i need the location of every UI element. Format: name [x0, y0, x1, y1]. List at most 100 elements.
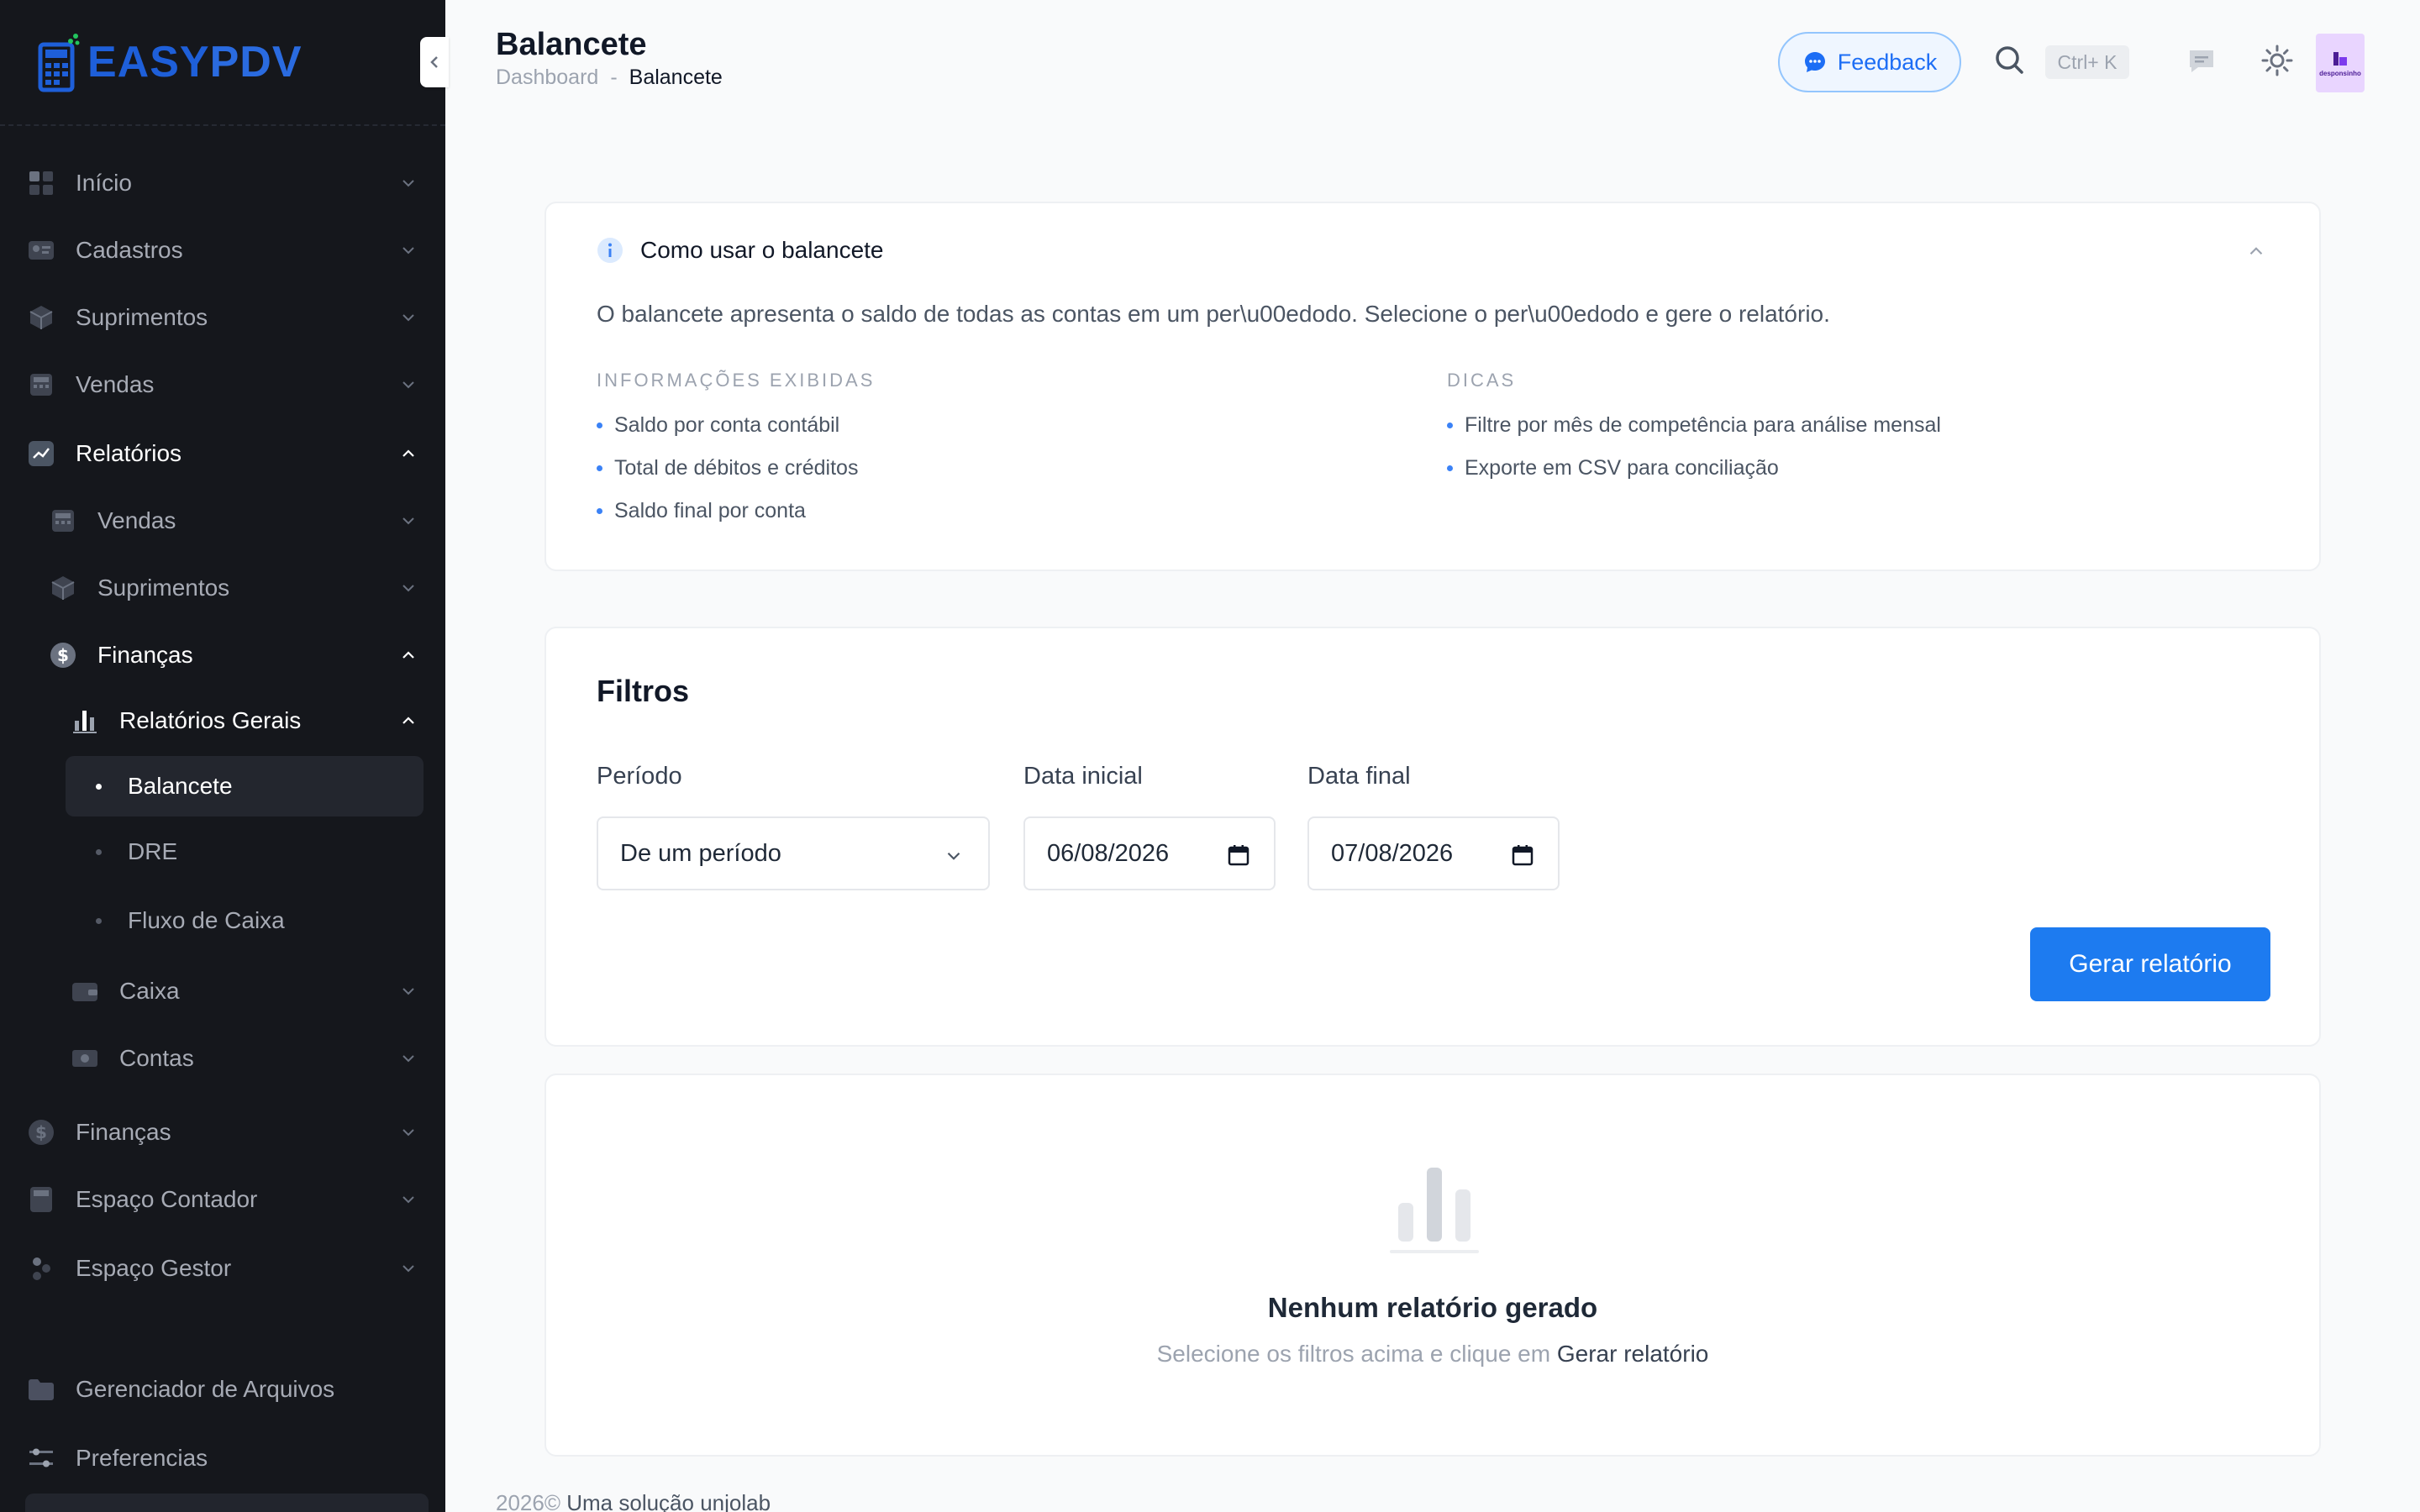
sidebar-item-label: Início [76, 170, 132, 196]
chevron-up-icon [402, 717, 414, 724]
register-icon [27, 370, 55, 399]
svg-text:$: $ [57, 645, 69, 665]
sidebar-item-dre[interactable]: DRE [66, 825, 424, 879]
avatar-text: desponsinho [2319, 69, 2361, 77]
sidebar-item-fluxo-de-caixa[interactable]: Fluxo de Caixa [66, 894, 424, 948]
sidebar-item-preferencias[interactable]: Preferencias [27, 1431, 430, 1485]
logo-text-b: PDV [209, 38, 302, 87]
chevron-down-icon [402, 381, 414, 389]
list-item: Total de débitos e créditos [597, 456, 875, 480]
sidebar-item-label: Espaço Gestor [76, 1255, 232, 1281]
generate-report-button[interactable]: Gerar relatório [2030, 927, 2270, 1001]
list-item-text: Saldo final por conta [614, 499, 806, 522]
bullet-dot [597, 465, 602, 471]
start-date-input[interactable]: 06/08/2026 [1023, 816, 1276, 890]
empty-state-title: Nenhum relatório gerado [1267, 1292, 1598, 1323]
money-icon [71, 1044, 99, 1073]
sidebar-item-label: Preferencias [76, 1445, 208, 1471]
filters-card: Filtros Período Data inicial Data final … [544, 627, 2321, 1047]
empty-chart-icon [1390, 1168, 1479, 1253]
chevron-up-icon [402, 651, 414, 659]
sidebar-item-espaco-gestor[interactable]: Espaço Gestor [27, 1242, 430, 1295]
bullet-dot [96, 784, 102, 790]
svg-text:$: $ [35, 1122, 47, 1142]
sidebar-item-relatorios-suprimentos[interactable]: Suprimentos [49, 561, 430, 615]
sidebar-item-inicio[interactable]: Início [27, 156, 430, 210]
bullet-dot [1447, 423, 1453, 428]
footer-year: 2026© [496, 1490, 560, 1512]
bullet-dot [96, 918, 102, 924]
sidebar-item-vendas[interactable]: Vendas [27, 358, 430, 412]
chevron-down-icon [402, 988, 414, 995]
message-icon[interactable] [2186, 47, 2217, 76]
register-icon [49, 507, 77, 535]
start-date-value: 06/08/2026 [1047, 839, 1170, 867]
list-item: Saldo por conta contábil [597, 413, 875, 438]
end-date-value: 07/08/2026 [1331, 839, 1454, 867]
filters-title: Filtros [597, 674, 690, 708]
tips-column-heading: DICAS [1447, 370, 1517, 391]
sidebar-item-label: Caixa [119, 978, 180, 1004]
breadcrumb: Dashboard - Balancete [496, 66, 723, 90]
sidebar-user-panel[interactable] [25, 1494, 429, 1512]
chevron-down-icon [402, 517, 414, 525]
calendar-icon[interactable] [1511, 843, 1534, 867]
chevron-down-icon [402, 1265, 414, 1273]
sidebar-item-relatorios-financas[interactable]: $ Finanças [49, 628, 430, 682]
user-avatar[interactable]: desponsinho [2316, 34, 2365, 92]
sidebar-item-cadastros[interactable]: Cadastros [27, 223, 430, 277]
feedback-button[interactable]: Feedback [1778, 32, 1961, 92]
sidebar-item-financas[interactable]: $ Finanças [27, 1105, 430, 1159]
top-header: Balancete Dashboard - Balancete Feedback… [445, 0, 2420, 118]
search-shortcut-badge: Ctrl+ K [2045, 45, 2129, 79]
sidebar-item-relatorios-gerais[interactable]: Relatórios Gerais [71, 694, 430, 748]
empty-state-subtitle: Selecione os filtros acima e clique em G… [546, 1341, 2319, 1368]
sidebar-item-suprimentos[interactable]: Suprimentos [27, 291, 430, 344]
list-item: Saldo final por conta [597, 499, 875, 523]
store-logo-icon [2333, 51, 2347, 66]
end-date-input[interactable]: 07/08/2026 [1307, 816, 1560, 890]
sidebar-item-label: Cadastros [76, 237, 183, 263]
sidebar-item-label: Suprimentos [76, 304, 208, 330]
list-item: Exporte em CSV para conciliação [1447, 456, 1941, 480]
sun-icon[interactable] [2260, 44, 2294, 77]
sidebar-item-label: Finanças [97, 642, 193, 668]
chevron-down-icon [402, 585, 414, 592]
list-item-text: Saldo por conta contábil [614, 413, 840, 437]
breadcrumb-dashboard-link[interactable]: Dashboard [496, 66, 598, 90]
sidebar-item-label: Contas [119, 1045, 194, 1071]
folder-icon [27, 1375, 55, 1404]
sidebar-item-caixa[interactable]: Caixa [71, 964, 430, 1018]
chevron-up-icon[interactable] [2245, 240, 2267, 262]
sidebar-item-espaco-contador[interactable]: Espaço Contador [27, 1173, 430, 1226]
sidebar-collapse-button[interactable] [420, 37, 449, 87]
footer: 2026© Uma solução unjolab [496, 1490, 771, 1512]
chevron-down-icon [402, 1129, 414, 1137]
calendar-icon[interactable] [1227, 843, 1250, 867]
id-card-icon [27, 236, 55, 265]
sidebar-item-relatorios-vendas[interactable]: Vendas [49, 494, 430, 548]
logo-register-icon [37, 33, 82, 92]
sidebar-item-relatorios[interactable]: Relatórios [27, 427, 430, 480]
sidebar-item-label: Balancete [128, 773, 233, 799]
sidebar-item-contas[interactable]: Contas [71, 1032, 430, 1085]
period-select[interactable]: De um período [597, 816, 990, 890]
app-logo[interactable]: EASYPDV [37, 27, 302, 97]
footer-brand-link[interactable]: Uma solução unjolab [566, 1490, 771, 1512]
chart-line-icon [27, 439, 55, 468]
search-icon[interactable] [1993, 44, 2027, 77]
list-item: Filtre por mês de competência para análi… [1447, 413, 1941, 438]
sidebar-item-label: Vendas [76, 371, 155, 397]
sidebar-item-gerenciador-de-arquivos[interactable]: Gerenciador de Arquivos [27, 1362, 430, 1416]
dollar-icon: $ [27, 1118, 55, 1147]
sidebar-item-label: Vendas [97, 507, 176, 533]
sidebar-item-label: Gerenciador de Arquivos [76, 1376, 335, 1402]
sidebar-item-label: DRE [128, 838, 178, 864]
list-item-text: Exporte em CSV para conciliação [1465, 456, 1779, 480]
sidebar-divider [0, 124, 445, 126]
breadcrumb-separator: - [610, 66, 618, 89]
chevron-down-icon [402, 247, 414, 255]
help-card-header[interactable]: Como usar o balancete [597, 237, 884, 264]
sidebar-item-balancete[interactable]: Balancete [66, 756, 424, 816]
info-column: INFORMAÇÕES EXIBIDAS Saldo por conta con… [597, 370, 875, 542]
